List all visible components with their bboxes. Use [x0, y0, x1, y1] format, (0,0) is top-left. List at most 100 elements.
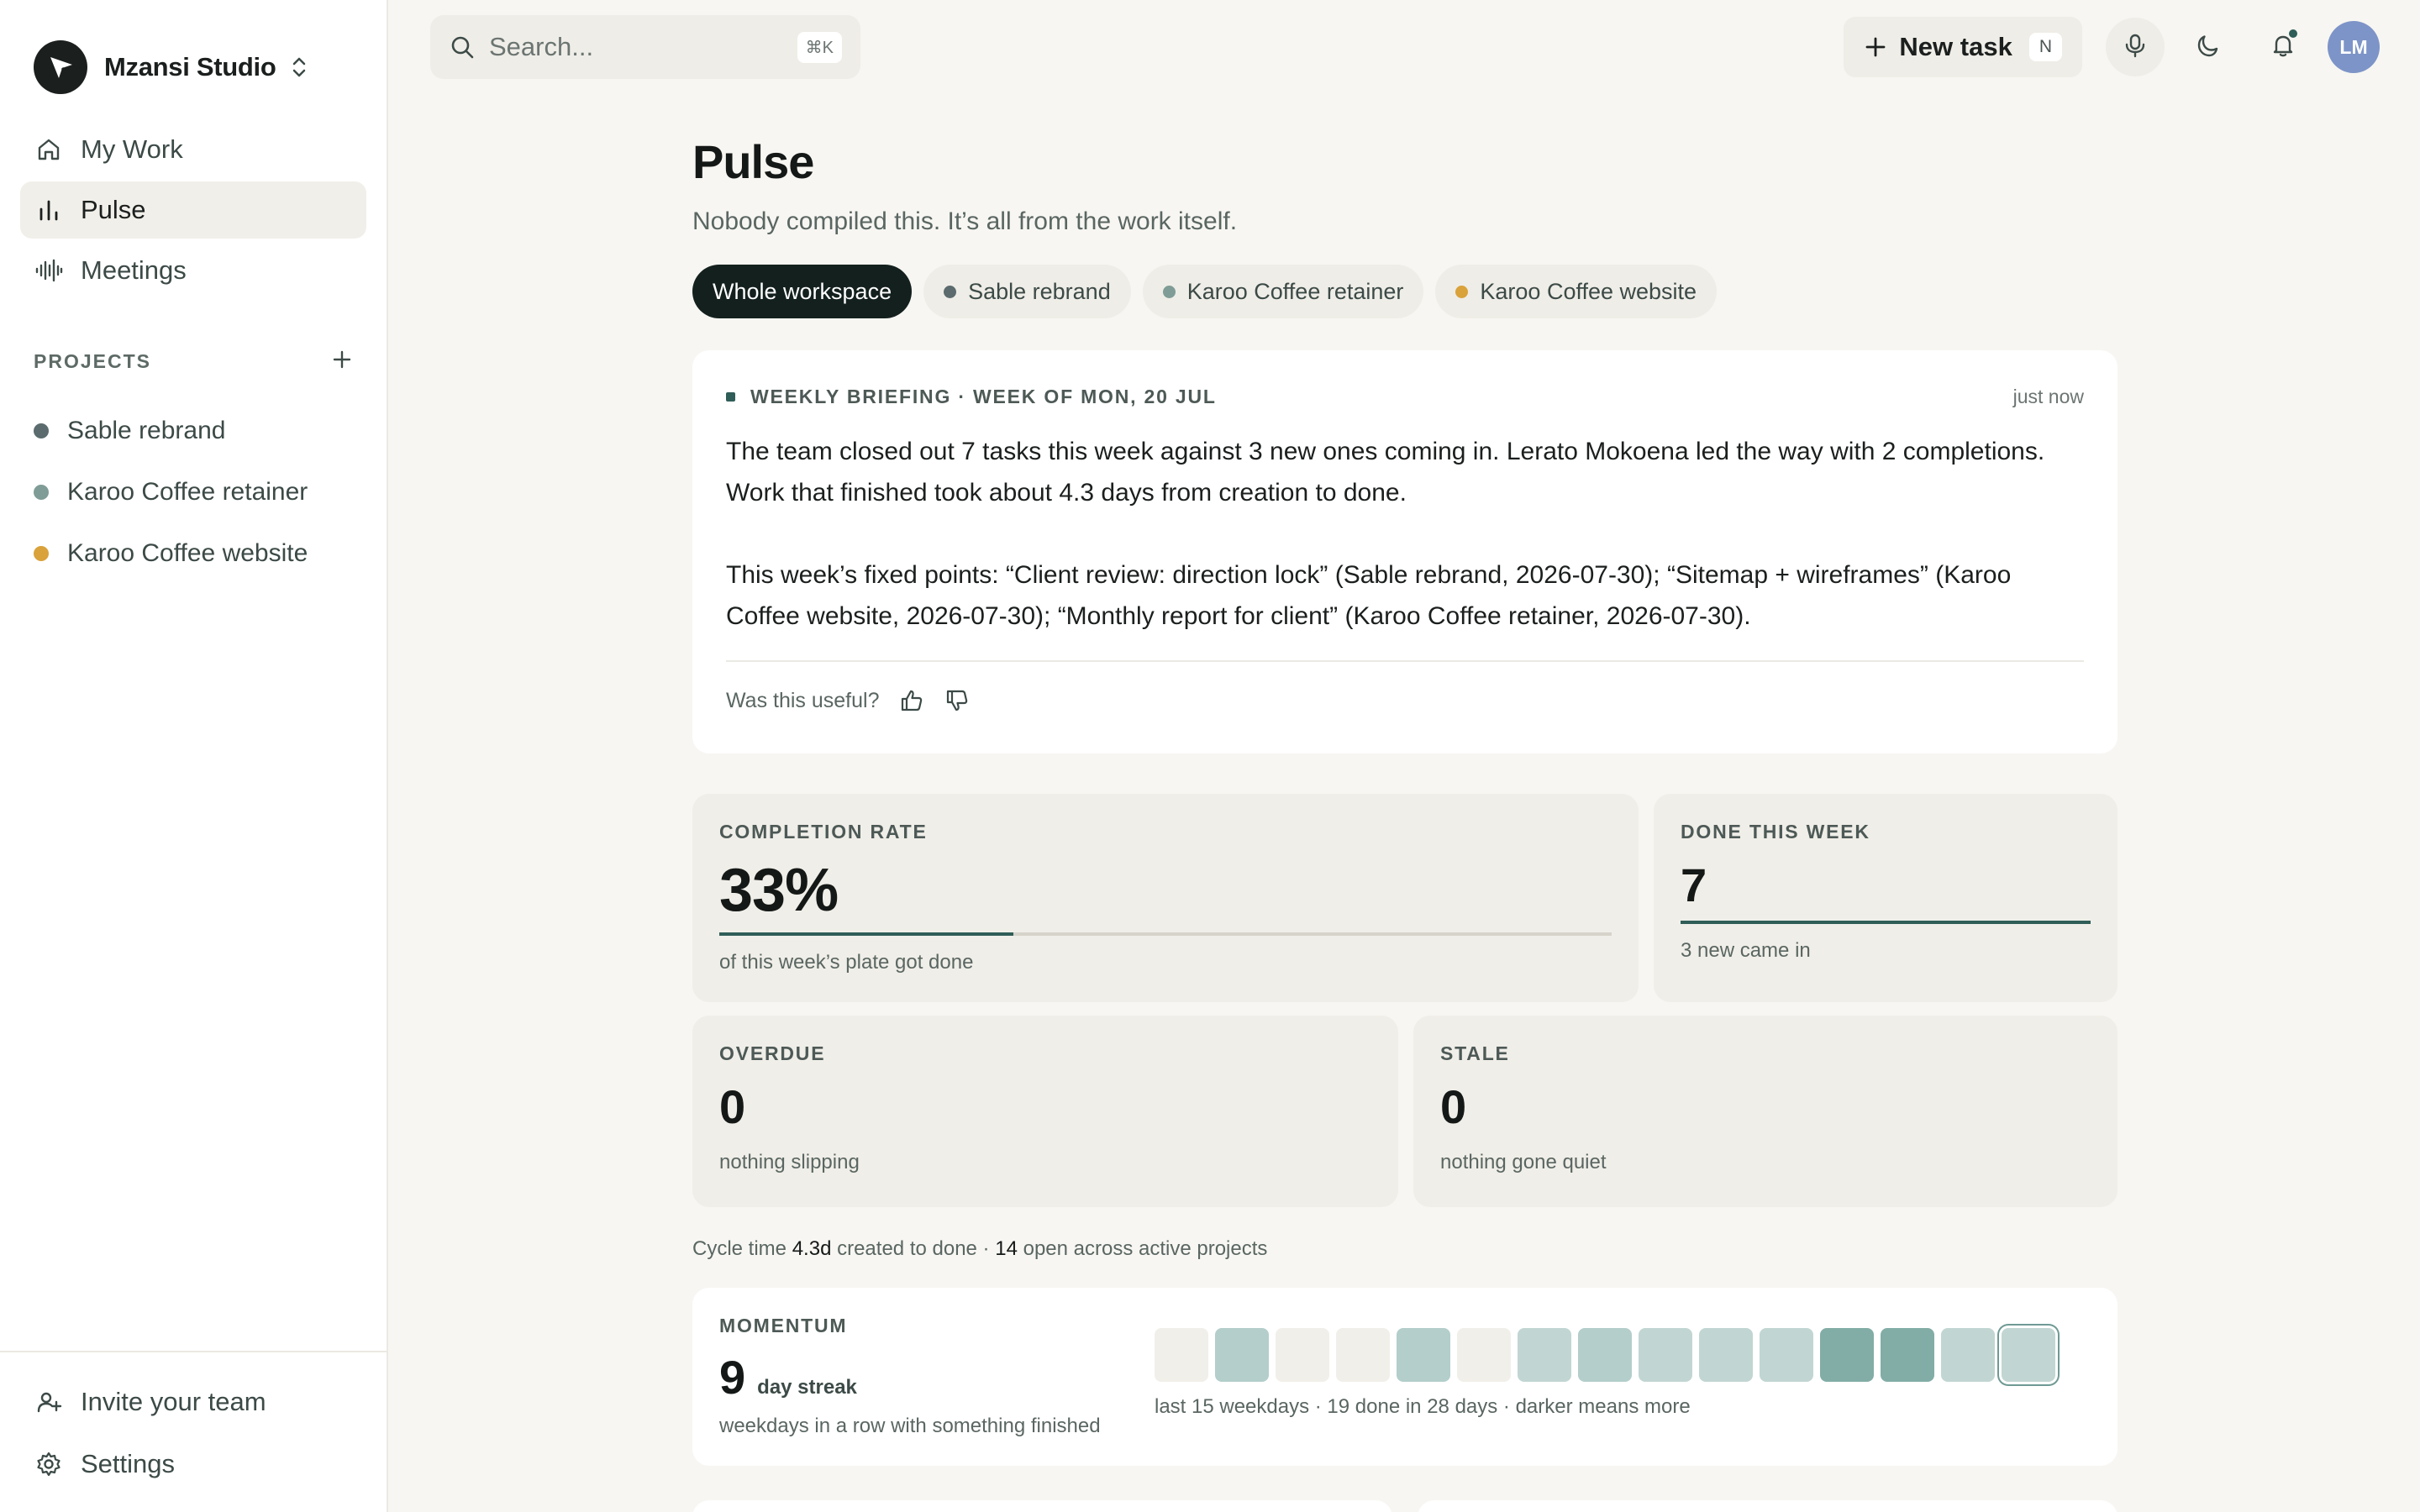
main-area: Search... ⌘K New task N LM Pulse Nobody … — [388, 0, 2420, 1512]
streak-count: 9 — [719, 1351, 746, 1404]
filter-chip-whole-workspace[interactable]: Whole workspace — [692, 265, 913, 318]
pulse-content: Pulse Nobody compiled this. It’s all fro… — [692, 134, 2118, 1466]
metric-value: 33% — [719, 857, 839, 924]
briefing-body: The team closed out 7 tasks this week ag… — [726, 431, 2084, 637]
microphone-button[interactable] — [2106, 18, 2165, 76]
briefing-marker-icon — [726, 391, 735, 402]
heatmap-cell — [1699, 1328, 1753, 1382]
search-icon — [449, 33, 477, 61]
chevron-up-down-icon — [290, 55, 308, 80]
heatmap-cell — [1276, 1328, 1329, 1382]
filter-chip-label: Karoo Coffee retainer — [1186, 278, 1404, 304]
heatmap-cell — [1457, 1328, 1511, 1382]
projects-header: PROJECTS — [0, 346, 387, 376]
search-input[interactable]: Search... ⌘K — [430, 15, 860, 79]
briefing-label-text: WEEKLY BRIEFING · WEEK OF MON, 20 JUL — [750, 385, 1217, 407]
done-this-week-card: DONE THIS WEEK 7 3 new came in — [1654, 794, 2118, 1002]
moon-icon — [2196, 32, 2223, 63]
heatmap-cell — [1518, 1328, 1571, 1382]
project-item-karoo-coffee-retainer[interactable]: Karoo Coffee retainer — [34, 461, 353, 522]
heatmap-cell — [1578, 1328, 1632, 1382]
project-color-dot — [34, 484, 49, 500]
project-color-dot — [34, 545, 49, 561]
done-progress-bar — [1681, 921, 2091, 924]
project-item-karoo-coffee-website[interactable]: Karoo Coffee website — [34, 522, 353, 584]
heatmap-cell — [1881, 1328, 1934, 1382]
heatmap-cell — [1941, 1328, 1995, 1382]
nav-item-label: Pulse — [81, 195, 146, 224]
filter-chip-karoo-coffee-website[interactable]: Karoo Coffee website — [1435, 265, 1718, 318]
sidebar: Mzansi Studio My Work Pulse Meetings PRO… — [0, 0, 388, 1512]
audio-wave-icon — [34, 255, 64, 286]
notification-dot — [2287, 28, 2299, 39]
nav-item-meetings[interactable]: Meetings — [20, 242, 366, 299]
briefing-header: WEEKLY BRIEFING · WEEK OF MON, 20 JUL ju… — [726, 384, 2084, 409]
project-label: Karoo Coffee retainer — [67, 477, 308, 506]
microphone-icon — [2122, 32, 2149, 63]
heatmap-cell — [1336, 1328, 1390, 1382]
briefing-timestamp: just now — [2012, 385, 2084, 407]
search-shortcut: ⌘K — [797, 31, 842, 63]
page-title: Pulse — [692, 135, 814, 188]
metric-note: of this week’s plate got done — [719, 951, 974, 974]
workspace-name: Mzansi Studio — [104, 52, 276, 81]
user-plus-icon — [34, 1387, 64, 1417]
project-color-dot — [34, 423, 49, 438]
briefing-paragraph: The team closed out 7 tasks this week ag… — [726, 438, 2045, 507]
momentum-streak: 9 day streak — [719, 1352, 1101, 1403]
project-item-sable-rebrand[interactable]: Sable rebrand — [34, 400, 353, 461]
momentum-summary: MOMENTUM 9 day streak weekdays in a row … — [719, 1315, 1101, 1438]
done-progress-fill — [1681, 921, 2091, 924]
metric-note: 3 new came in — [1681, 939, 1811, 962]
momentum-subtext: weekdays in a row with something finishe… — [719, 1415, 1101, 1437]
project-list: Sable rebrand Karoo Coffee retainer Karo… — [0, 400, 387, 584]
heatmap-cell — [1639, 1328, 1692, 1382]
filter-color-dot — [1455, 285, 1469, 298]
filter-chip-karoo-coffee-retainer[interactable]: Karoo Coffee retainer — [1142, 265, 1424, 318]
heatmap-cell — [1760, 1328, 1813, 1382]
heatmap-cell — [1215, 1328, 1269, 1382]
workspace-switcher[interactable]: Mzansi Studio — [0, 0, 387, 94]
thumbs-down-icon[interactable] — [944, 688, 970, 713]
nav-item-pulse[interactable]: Pulse — [20, 181, 366, 239]
avatar[interactable]: LM — [2328, 21, 2380, 73]
metric-label: DONE THIS WEEK — [1681, 821, 1870, 843]
cycle-suffix: open across active projects — [1023, 1237, 1268, 1260]
thumbs-up-icon[interactable] — [899, 688, 924, 713]
workspace-logo-icon — [34, 40, 87, 94]
completion-rate-card: COMPLETION RATE 33% of this week’s plate… — [692, 794, 1639, 1002]
home-icon — [34, 134, 64, 165]
settings-button[interactable]: Settings — [20, 1433, 366, 1495]
open-count-value: 14 — [995, 1237, 1018, 1260]
invite-team-button[interactable]: Invite your team — [20, 1371, 366, 1433]
theme-toggle-button[interactable] — [2180, 18, 2238, 76]
metric-value: 0 — [1440, 1080, 1466, 1133]
filter-color-dot — [1162, 285, 1176, 298]
streak-unit: day streak — [757, 1376, 857, 1399]
metric-label: STALE — [1440, 1042, 1510, 1064]
new-task-button[interactable]: New task N — [1844, 17, 2082, 77]
add-project-icon[interactable] — [331, 349, 353, 375]
filter-color-dot — [944, 285, 957, 298]
filter-chip-label: Whole workspace — [713, 278, 892, 304]
project-label: Karoo Coffee website — [67, 538, 308, 567]
momentum-heatmap — [1155, 1328, 2055, 1382]
briefing-paragraph: This week’s fixed points: “Client review… — [726, 561, 2012, 630]
heatmap-cell — [1155, 1328, 1208, 1382]
page-subtitle: Nobody compiled this. It’s all from the … — [692, 207, 1238, 235]
projects-title: PROJECTS — [34, 349, 151, 372]
nav-item-my-work[interactable]: My Work — [20, 121, 366, 178]
plus-icon — [1864, 35, 1887, 59]
settings-label: Settings — [81, 1449, 176, 1478]
filter-chip-sable-rebrand[interactable]: Sable rebrand — [923, 265, 1131, 318]
heatmap-cell — [1397, 1328, 1450, 1382]
metric-label: OVERDUE — [719, 1042, 826, 1064]
overdue-card: OVERDUE 0 nothing slipping — [692, 1016, 1398, 1207]
project-label: Sable rebrand — [67, 416, 226, 444]
heatmap-cell — [2002, 1328, 2055, 1382]
gear-icon — [34, 1449, 64, 1479]
metrics-row-bottom: OVERDUE 0 nothing slipping STALE 0 nothi… — [692, 1016, 2118, 1207]
momentum-label: MOMENTUM — [719, 1315, 848, 1336]
notifications-button[interactable] — [2254, 18, 2312, 76]
metric-value: 0 — [719, 1080, 745, 1133]
